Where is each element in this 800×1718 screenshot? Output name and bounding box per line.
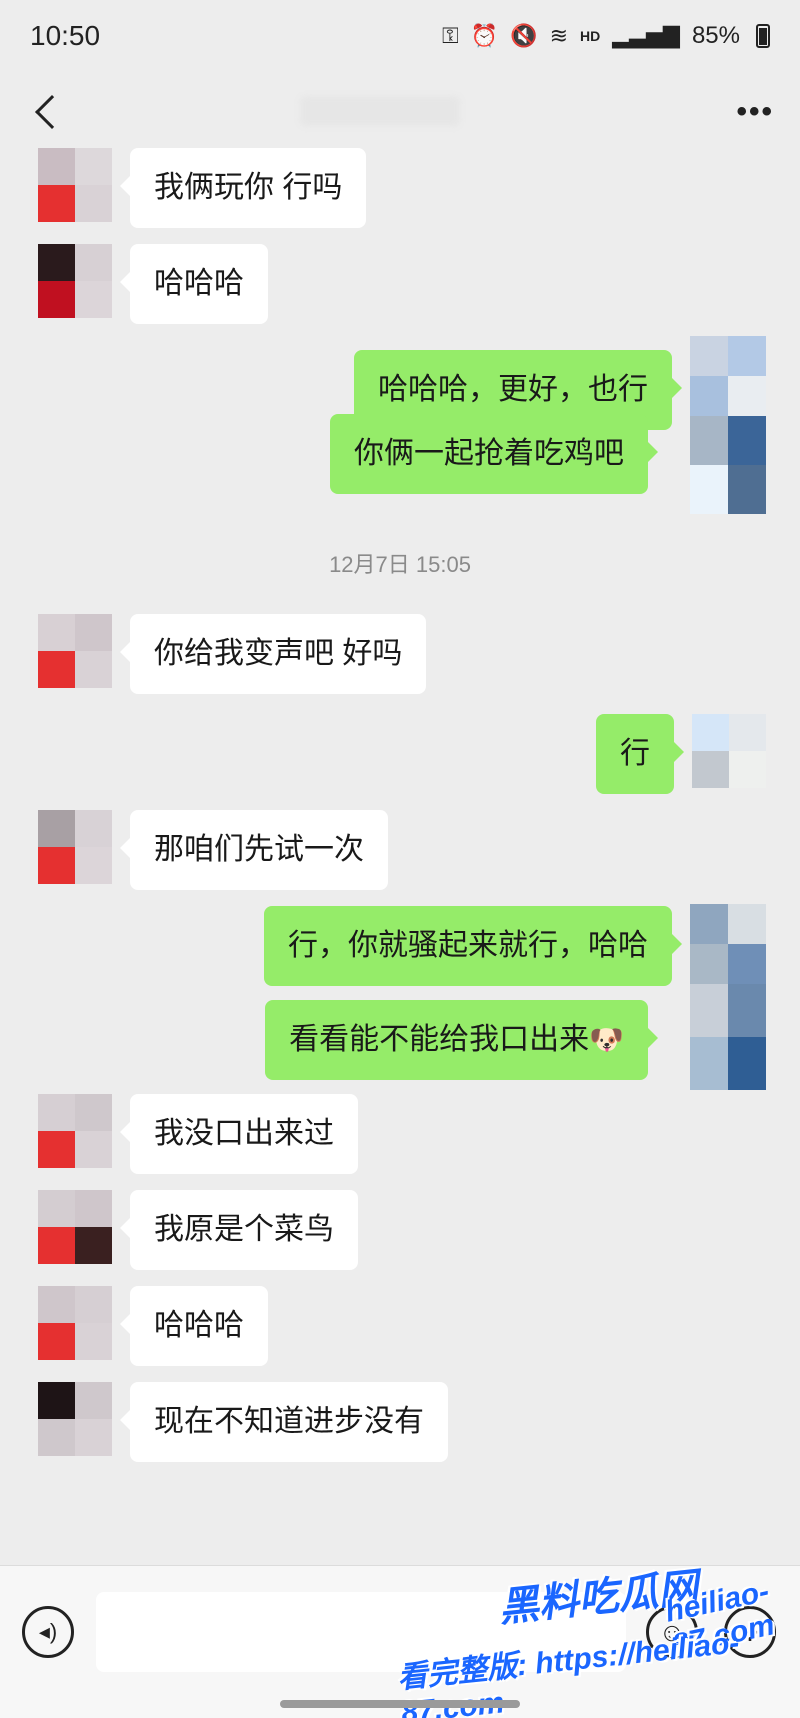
message-row: 行，你就骚起来就行，哈哈	[264, 904, 766, 986]
contact-avatar[interactable]	[38, 1382, 112, 1456]
incoming-bubble[interactable]: 我没口出来过	[120, 1094, 358, 1174]
mute-icon: 🔇	[510, 23, 538, 48]
message-row: 你俩一起抢着吃鸡吧	[330, 414, 658, 494]
message-row: 我原是个菜鸟	[38, 1190, 358, 1270]
self-avatar-continued	[690, 416, 766, 514]
incoming-bubble[interactable]: 你给我变声吧 好吗	[119, 614, 427, 694]
signal-icon: ▂▃▅▇	[612, 23, 680, 48]
incoming-bubble[interactable]: 我俩玩你 行吗	[119, 148, 367, 228]
alarm-icon: ⏰	[470, 23, 499, 48]
message-row: 那咱们先试一次	[38, 810, 388, 890]
outgoing-bubble[interactable]: 看看能不能给我口出来🐶	[265, 1000, 658, 1080]
status-icons: ⚿ ⏰ 🔇 ≋ HD ▂▃▅▇ 85%	[442, 22, 770, 50]
message-text: 看看能不能给我口出来	[289, 1023, 590, 1056]
outgoing-bubble[interactable]: 行，你就骚起来就行，哈哈	[264, 906, 682, 986]
incoming-bubble[interactable]: 哈哈哈	[120, 244, 268, 324]
message-row: 你给我变声吧 好吗	[38, 614, 427, 694]
outgoing-bubble[interactable]: 你俩一起抢着吃鸡吧	[330, 414, 658, 494]
message-row: 哈哈哈	[38, 1286, 268, 1366]
message-row: 我没口出来过	[38, 1094, 358, 1174]
status-time: 10:50	[30, 20, 101, 51]
voice-button[interactable]: ◂)	[22, 1606, 74, 1658]
key-icon: ⚿	[442, 23, 459, 48]
contact-avatar[interactable]	[38, 614, 112, 688]
status-bar: 10:50 ⚿ ⏰ 🔇 ≋ HD ▂▃▅▇ 85%	[0, 0, 800, 72]
battery-percent: 85%	[691, 22, 740, 49]
doge-emoji-icon: 🐶	[589, 1024, 624, 1055]
message-row: 我俩玩你 行吗	[38, 148, 367, 228]
message-row: 现在不知道进步没有	[38, 1382, 448, 1462]
contact-avatar[interactable]	[38, 1094, 112, 1168]
wifi-icon: ≋	[549, 23, 569, 48]
contact-avatar[interactable]	[38, 1286, 112, 1360]
incoming-bubble[interactable]: 现在不知道进步没有	[120, 1382, 448, 1462]
chat-title	[300, 96, 460, 126]
hd-icon: HD	[580, 28, 601, 44]
incoming-bubble[interactable]: 哈哈哈	[120, 1286, 268, 1366]
back-button[interactable]	[26, 82, 86, 142]
self-avatar[interactable]	[690, 904, 766, 984]
back-icon	[35, 95, 69, 129]
home-indicator[interactable]	[280, 1700, 520, 1708]
self-avatar-continued	[690, 984, 766, 1090]
timestamp: 12月7日 15:05	[329, 552, 471, 577]
self-avatar[interactable]	[692, 714, 766, 788]
message-row: 哈哈哈	[38, 244, 268, 324]
incoming-bubble[interactable]: 那咱们先试一次	[120, 810, 388, 890]
self-avatar[interactable]	[690, 336, 766, 416]
chat-area[interactable]: 我俩玩你 行吗 哈哈哈 哈哈哈，更好，也行 你俩一起抢着吃鸡吧 12月7日 15…	[0, 140, 800, 1565]
incoming-bubble[interactable]: 我原是个菜鸟	[120, 1190, 358, 1270]
message-row: 看看能不能给我口出来🐶	[265, 1000, 658, 1080]
voice-icon: ◂)	[38, 1619, 58, 1644]
contact-avatar[interactable]	[38, 148, 112, 222]
battery-icon	[756, 24, 770, 48]
more-options-icon[interactable]: •••	[736, 95, 774, 129]
contact-avatar[interactable]	[38, 244, 112, 318]
contact-avatar[interactable]	[38, 1190, 112, 1264]
message-row: 行	[596, 714, 766, 794]
contact-avatar[interactable]	[38, 810, 112, 884]
outgoing-bubble[interactable]: 行	[596, 714, 684, 794]
